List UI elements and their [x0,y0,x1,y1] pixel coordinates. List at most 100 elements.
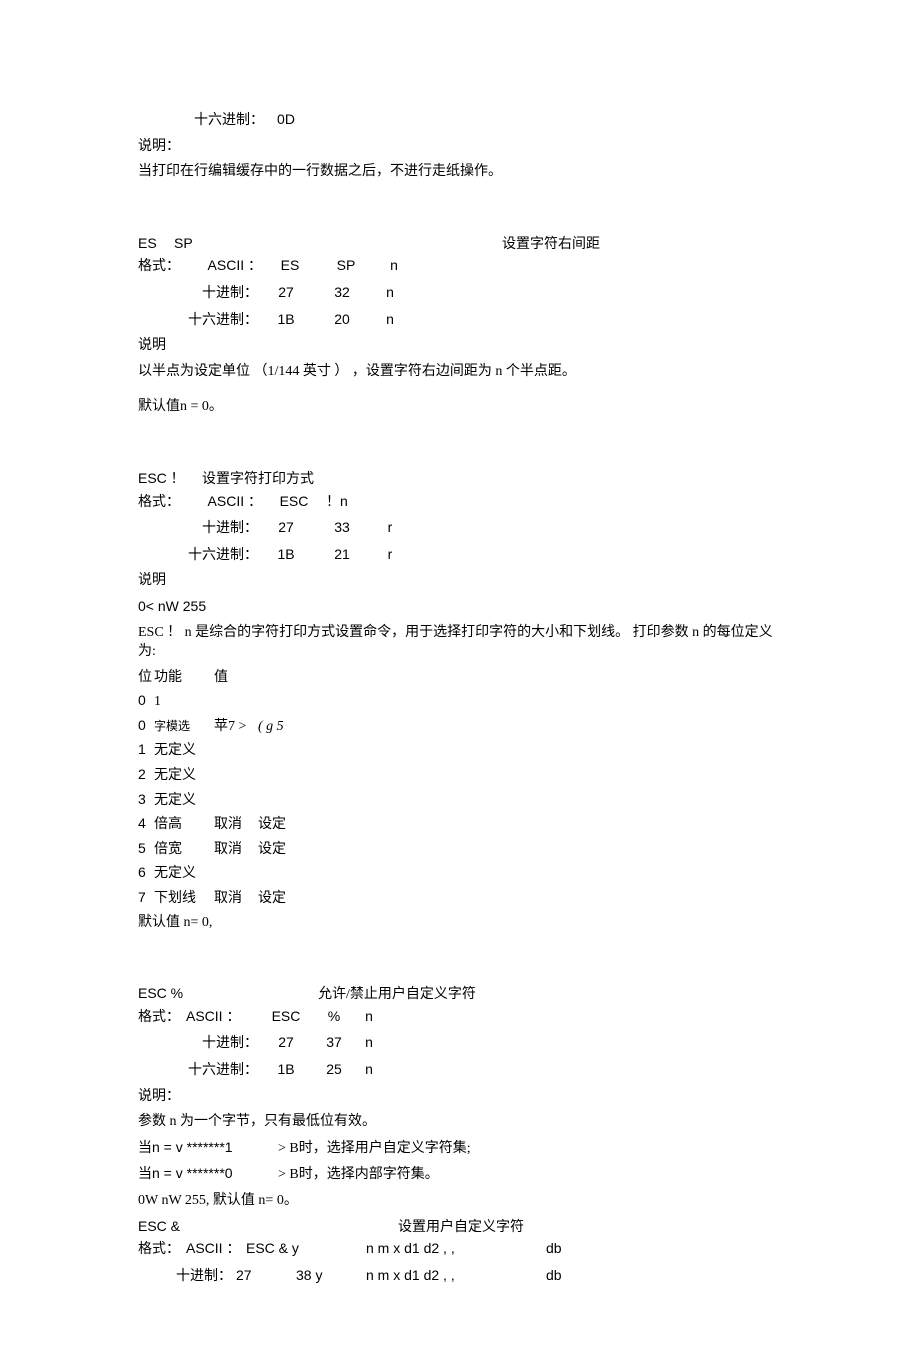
esc-bang-desc-body: ESC ！ n 是综合的字符打印方式设置命令，用于选择打印字符的大小和下划线。 … [138,623,782,662]
format-label: 格式： [138,1240,186,1260]
esc-bang-hex-row: 十六进制： 1B 21 r [138,545,782,566]
esc-sp-title-sp: SP [174,234,214,254]
func: 倍高 [154,815,214,835]
format-label: 格式： [138,493,186,513]
bit: 0 [138,716,154,736]
v2: 取消 [214,815,258,835]
cr-hex-row: 十六进制： 0D [138,110,782,131]
esc-bang-ascii-row: 格式： ASCII ： ESC ！n [138,492,782,513]
ascii-label: ASCII ： [186,1239,246,1259]
dec-mid: n m x d1 d2 , , [366,1266,546,1286]
bit-row-5: 5 倍宽 取消 设定 [138,839,782,860]
bit-row-7: 7 下划线 取消 设定 [138,888,782,909]
esc-sp-hex-row: 十六进制： 1B 20 n [138,310,782,331]
hex-c2: 21 [314,545,370,565]
esc-pct-dec-row: 十进制： 27 37 n [138,1033,782,1054]
bit: 7 [138,888,154,908]
bit: 4 [138,814,154,834]
ascii-c3: n [374,256,414,276]
cr-desc-header: 说明： [138,137,782,157]
func: 无定义 [154,864,214,884]
ascii-end: db [546,1239,562,1259]
esc-pct-line1: 参数 n 为一个字节，只有最低位有效。 [138,1112,782,1132]
esc-pct-line3: 当n = v *******0 > B时，选择内部字符集。 [138,1164,782,1185]
esc-amp-title: ESC & 设置用户自定义字符 [138,1217,782,1238]
ascii-vals: ESC & y [246,1239,366,1259]
esc-sp-default: 默认值n = 0。 [138,397,782,417]
hex-c1: 1B [258,545,314,565]
dec-end: db [546,1266,562,1286]
dec-c3: r [370,518,410,538]
bit-row-4: 4 倍高 取消 设定 [138,814,782,835]
hex-label: 十六进制： [186,546,258,566]
format-label: 格式： [138,257,186,277]
hex-label: 十六进制： [186,311,258,331]
dec-c1: 27 [258,1033,314,1053]
esc-pct-title: ESC % 允许/禁止用户自定义字符 [138,984,782,1005]
dec-label: 十进制： [186,1034,258,1054]
cr-desc-body: 当打印在行编辑缓存中的一行数据之后，不进行走纸操作。 [138,162,782,182]
bit-th-2: 值 [214,668,258,688]
esc-pct-title-left: ESC % [138,984,318,1004]
esc-sp-dec-row: 十进制： 27 32 n [138,283,782,304]
esc-pct-line4: 0W nW 255, 默认值 n= 0。 [138,1191,782,1211]
esc-sp-title-es: ES [138,234,174,254]
dec-c3: n [354,1033,384,1053]
bit-row-2: 2 无定义 [138,765,782,786]
hex-c3: n [370,310,410,330]
ascii-label: ASCII ： [186,1007,258,1027]
bit-row-6: 6 无定义 [138,863,782,884]
hex-c1: 1B [258,1060,314,1080]
line3a: 当n = v *******0 [138,1164,278,1184]
hex-c3: r [370,545,410,565]
ascii-c2: SP [318,256,374,276]
dec-c3: n [370,283,410,303]
dec-label: 十进制： [186,519,258,539]
bit: 6 [138,863,154,883]
func: 倍宽 [154,840,214,860]
dec-c1: 27 [236,1266,296,1286]
dec-label: 十进制： [176,1267,236,1287]
bit: 0 [138,691,154,711]
func: 下划线 [154,889,214,909]
ascii-c3: n [354,1007,384,1027]
esc-bang-title-left: ESC ！ [138,469,202,489]
bit-row-0a: 0 1 [138,691,782,712]
esc-bang-default: 默认值 n= 0, [138,913,782,933]
line2a: 当n = v *******1 [138,1138,278,1158]
esc-pct-hex-row: 十六进制： 1B 25 n [138,1060,782,1081]
bit: 2 [138,765,154,785]
dec-c2: 38 y [296,1266,366,1286]
line2b: > B时，选择用户自定义字符集; [278,1139,471,1159]
esc-bang-dec-row: 十进制： 27 33 r [138,518,782,539]
bit: 3 [138,790,154,810]
esc-pct-title-right: 允许/禁止用户自定义字符 [318,985,476,1005]
bit-th-1: 功能 [154,668,214,688]
bit: 5 [138,839,154,859]
esc-sp-title-desc: 设置字符右间距 [502,235,782,255]
hex-label: 十六进制： [186,1061,258,1081]
hex-c2: 25 [314,1060,354,1080]
document-page: 十六进制： 0D 说明： 当打印在行编辑缓存中的一行数据之后，不进行走纸操作。 … [0,0,920,1352]
ascii-c2: ！n [326,492,348,512]
esc-pct-line2: 当n = v *******1 > B时，选择用户自定义字符集; [138,1138,782,1159]
v2: 苹7 > [214,717,258,737]
ascii-mid: n m x d1 d2 , , [366,1239,546,1259]
bit-table-header: 位 功能 值 [138,668,782,688]
cr-hex-label: 十六进制： [194,111,264,131]
esc-bang-desc-header: 说明 [138,571,782,591]
cr-hex-value: 0D [264,110,308,130]
bit-th-0: 位 [138,668,154,688]
v3: ( g 5 [258,717,302,737]
esc-sp-ascii-row: 格式： ASCII ： ES SP n [138,256,782,277]
dec-label: 十进制： [186,284,258,304]
func: 无定义 [154,791,214,811]
v3: 设定 [258,840,302,860]
func: 无定义 [154,766,214,786]
esc-bang-title-right: 设置字符打印方式 [202,470,314,490]
ascii-c1: ESC [258,1007,314,1027]
dec-c2: 33 [314,518,370,538]
dec-c1: 27 [258,283,314,303]
line3b: > B时，选择内部字符集。 [278,1165,439,1185]
func: 字模选 [154,718,214,735]
